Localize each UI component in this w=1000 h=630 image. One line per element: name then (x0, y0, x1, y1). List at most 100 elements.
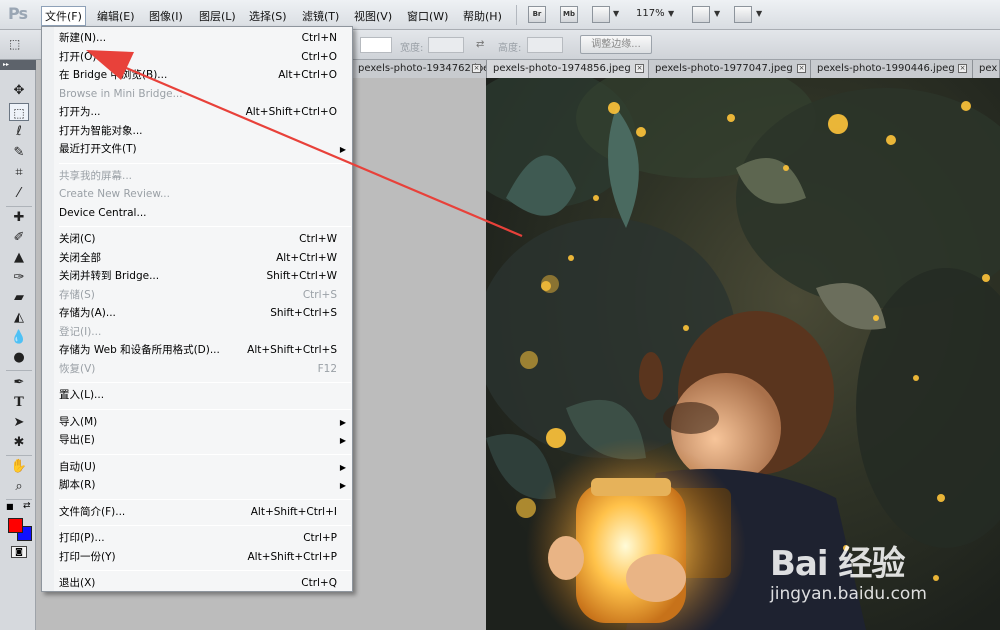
menu-item-label: 文件简介(F)... (59, 505, 126, 518)
eyedropper-icon[interactable]: ⁄ (9, 185, 29, 203)
file-menu-item[interactable]: 文件简介(F)... Alt+Shift+Ctrl+I (59, 504, 351, 521)
menu-filter[interactable]: 滤镜(T) (299, 7, 342, 25)
type-icon[interactable]: T (9, 394, 29, 412)
chevron-down-icon[interactable]: ▼ (714, 9, 720, 18)
submenu-arrow-icon: ▶ (339, 417, 346, 427)
close-icon[interactable]: × (472, 64, 481, 73)
file-menu-item[interactable]: 置入(L)... (59, 387, 351, 404)
menu-separator (59, 226, 351, 227)
file-menu-item[interactable]: 导入(M) ▶ (59, 414, 351, 431)
file-menu-item[interactable]: 在 Bridge 中浏览(B)... Alt+Ctrl+O (59, 67, 351, 84)
file-menu-item[interactable]: 新建(N)... Ctrl+N (59, 30, 351, 47)
menu-item-shortcut: Shift+Ctrl+W (266, 270, 337, 282)
file-menu-item[interactable]: 打开为... Alt+Shift+Ctrl+O (59, 104, 351, 121)
menu-file[interactable]: 文件(F) (41, 6, 86, 26)
refine-edge-button[interactable]: 调整边缘... (580, 35, 652, 54)
crop-icon[interactable]: ⌗ (9, 164, 29, 182)
menu-item-label: 共享我的屏幕... (59, 169, 133, 182)
file-menu-item[interactable]: Device Central... (59, 205, 351, 222)
quick-select-icon[interactable]: ✎ (9, 144, 29, 162)
menu-item-label: 脚本(R) (59, 479, 96, 491)
tab-document-2[interactable]: pexels-photo-1974856.jpeg (487, 60, 649, 78)
mini-bridge-button[interactable]: Mb (560, 6, 578, 23)
lasso-icon[interactable]: ℓ (9, 123, 29, 141)
blur-icon[interactable]: 💧 (9, 329, 29, 347)
bridge-button[interactable]: Br (528, 6, 546, 23)
file-menu-item[interactable]: 退出(X) Ctrl+Q (59, 575, 351, 592)
screen-mode-button[interactable] (734, 6, 752, 23)
eraser-icon[interactable]: ▰ (9, 289, 29, 307)
menu-edit[interactable]: 编辑(E) (94, 7, 138, 25)
file-menu-item[interactable]: 打印(P)... Ctrl+P (59, 530, 351, 547)
toolbox-divider (6, 370, 32, 371)
chevron-down-icon[interactable]: ▼ (756, 9, 762, 18)
file-menu-item[interactable]: 打开(O)... Ctrl+O (59, 49, 351, 66)
menu-layer[interactable]: 图层(L) (196, 7, 239, 25)
file-menu-item[interactable]: 存储为(A)... Shift+Ctrl+S (59, 305, 351, 322)
toolbox-collapse-icon[interactable]: ▸▸ (0, 60, 36, 70)
swap-colors-icon[interactable]: ⇄ (23, 501, 31, 511)
hand-icon[interactable]: ✋ (9, 458, 29, 476)
pen-icon[interactable]: ✒ (9, 374, 29, 392)
quick-mask-icon[interactable]: ◙ (11, 546, 27, 558)
healing-icon[interactable]: ✚ (9, 209, 29, 227)
file-menu-item[interactable]: 存储为 Web 和设备所用格式(D)... Alt+Shift+Ctrl+S (59, 342, 351, 359)
arrange-documents-button[interactable] (692, 6, 710, 23)
toolbox-divider (6, 206, 32, 207)
menu-select[interactable]: 选择(S) (246, 7, 290, 25)
file-menu-item[interactable]: 脚本(R) ▶ (59, 477, 351, 494)
tab-document-5[interactable]: pex (973, 60, 1000, 78)
file-menu-item: 恢复(V) F12 (59, 361, 351, 378)
view-extras-button[interactable] (592, 6, 610, 23)
chevron-down-icon[interactable]: ▼ (668, 9, 674, 18)
dodge-icon[interactable]: ● (9, 349, 29, 367)
gradient-icon[interactable]: ◭ (9, 309, 29, 327)
marquee-preset-icon[interactable]: ⬚ (9, 37, 35, 53)
style-select[interactable] (360, 37, 392, 53)
file-menu-item[interactable]: 打开为智能对象... (59, 123, 351, 140)
file-menu-item[interactable]: 打印一份(Y) Alt+Shift+Ctrl+P (59, 549, 351, 566)
foreground-color-swatch[interactable] (8, 518, 23, 533)
file-menu-item[interactable]: 自动(U) ▶ (59, 459, 351, 476)
menu-item-shortcut: Ctrl+Q (301, 577, 337, 589)
stamp-icon[interactable]: ▲ (9, 249, 29, 267)
width-label: 宽度: (400, 43, 424, 54)
close-icon[interactable]: × (635, 64, 644, 73)
move-icon[interactable]: ✥ (9, 82, 29, 100)
menu-window[interactable]: 窗口(W) (404, 7, 451, 25)
history-brush-icon[interactable]: ✑ (9, 269, 29, 287)
close-icon[interactable]: × (958, 64, 967, 73)
shape-icon[interactable]: ✱ (9, 434, 29, 452)
file-menu-item[interactable]: 关闭(C) Ctrl+W (59, 231, 351, 248)
menu-image[interactable]: 图像(I) (146, 7, 186, 25)
menu-view[interactable]: 视图(V) (351, 7, 395, 25)
menu-item-shortcut: Alt+Ctrl+O (278, 69, 337, 81)
swap-icon[interactable]: ⇄ (476, 39, 484, 50)
menubar-divider (516, 5, 517, 25)
chevron-down-icon[interactable]: ▼ (613, 9, 619, 18)
height-field[interactable] (527, 37, 563, 53)
menu-item-label: 关闭(C) (59, 233, 96, 245)
menu-item-label: 恢复(V) (59, 362, 96, 375)
menu-item-label: 导出(E) (59, 434, 95, 446)
file-menu-item[interactable]: 关闭并转到 Bridge... Shift+Ctrl+W (59, 268, 351, 285)
file-menu-item[interactable]: 关闭全部 Alt+Ctrl+W (59, 250, 351, 267)
menu-item-shortcut: Ctrl+S (302, 288, 337, 301)
zoom-icon[interactable]: ⌕ (9, 478, 29, 496)
width-field[interactable] (428, 37, 464, 53)
menu-item-shortcut: F12 (317, 362, 337, 375)
marquee-icon[interactable]: ⬚ (9, 103, 29, 121)
file-menu-item[interactable]: 最近打开文件(T) ▶ (59, 141, 351, 158)
close-icon[interactable]: × (797, 64, 806, 73)
file-menu-item[interactable]: 导出(E) ▶ (59, 432, 351, 449)
tab-document-1[interactable]: pexels-photo-1934762.jpeg (352, 60, 487, 78)
tab-document-3[interactable]: pexels-photo-1977047.jpeg (649, 60, 811, 78)
menu-item-shortcut: Shift+Ctrl+S (270, 307, 337, 319)
path-select-icon[interactable]: ➤ (9, 414, 29, 432)
default-colors-icon[interactable]: ■ (6, 502, 14, 511)
tab-document-4[interactable]: pexels-photo-1990446.jpeg (811, 60, 973, 78)
menu-help[interactable]: 帮助(H) (460, 7, 505, 25)
zoom-level[interactable]: 117% (636, 8, 665, 19)
brush-icon[interactable]: ✐ (9, 229, 29, 247)
menu-item-shortcut: Alt+Shift+Ctrl+O (245, 106, 337, 118)
